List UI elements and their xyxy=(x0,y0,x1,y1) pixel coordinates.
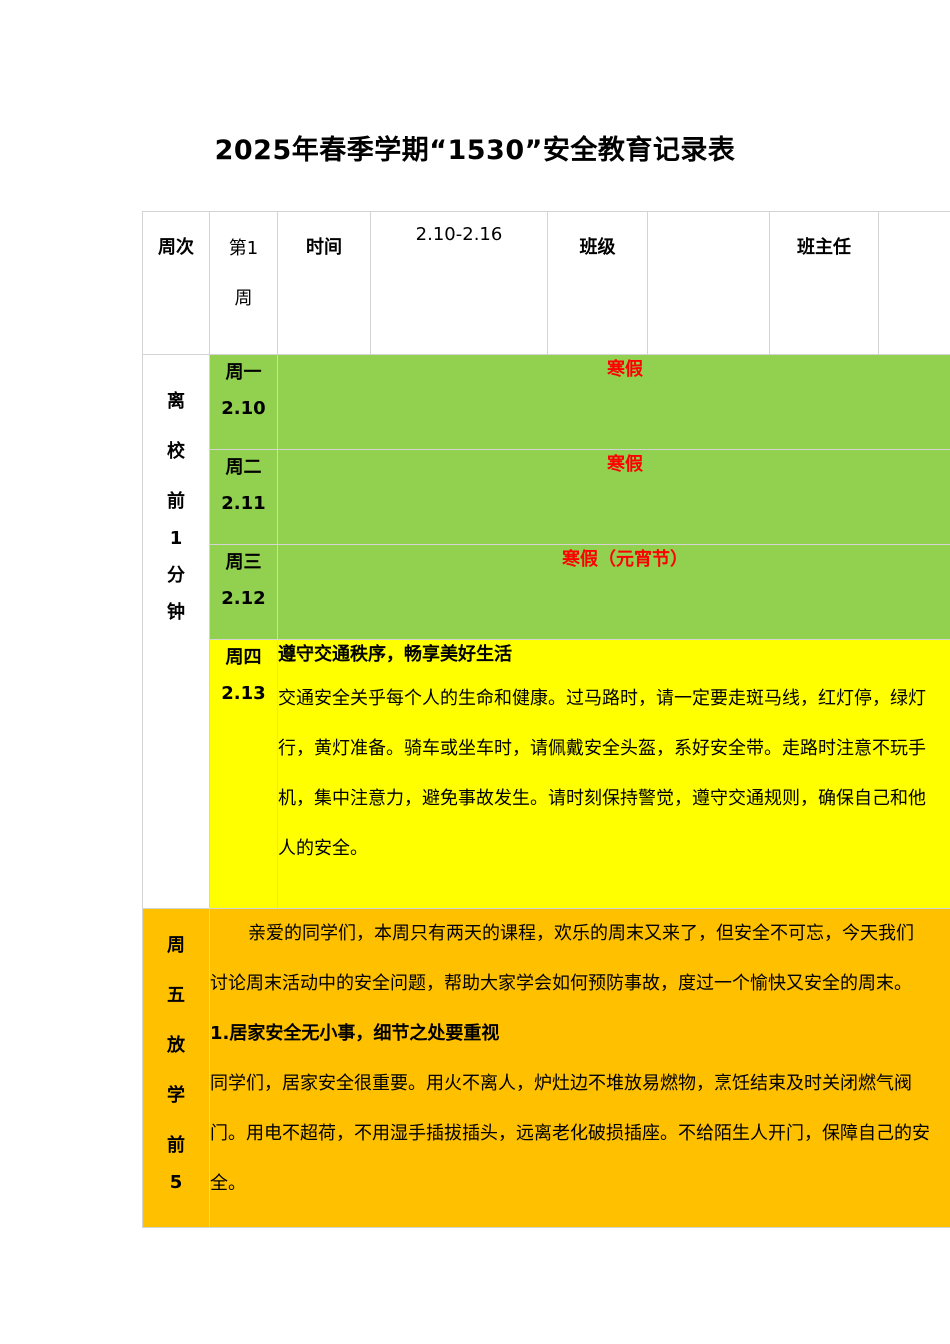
holiday-text: 寒假 xyxy=(277,354,950,450)
day-label-wed: 周三 2.12 xyxy=(209,544,278,640)
section1-char: 钟 xyxy=(167,602,185,623)
thursday-line: 行，黄灯准备。骑车或坐车时，请佩戴安全头盔，系好安全带。走路时注意不玩手 xyxy=(278,738,927,759)
day-date: 2.12 xyxy=(221,588,266,609)
holiday-text: 寒假（元宵节） xyxy=(277,544,950,640)
section2-char: 学 xyxy=(167,1085,185,1106)
time-value: 2.10-2.16 xyxy=(370,211,548,355)
week-value-line1: 第1 xyxy=(228,238,259,259)
week-value-line2: 周 xyxy=(234,288,253,309)
thursday-line: 人的安全。 xyxy=(278,838,369,859)
day-row-wed: 周三 2.12 寒假（元宵节） xyxy=(143,544,950,640)
week-label: 周次 xyxy=(142,211,210,355)
day-name: 周二 xyxy=(225,457,262,478)
friday-intro-line: 讨论周末活动中的安全问题，帮助大家学会如何预防事故，度过一个愉快又安全的周末。 xyxy=(210,973,913,994)
class-label: 班级 xyxy=(547,211,648,355)
day-label-tue: 周二 2.11 xyxy=(209,449,278,545)
friday-heading: 1.居家安全无小事，细节之处要重视 xyxy=(210,1023,500,1044)
day-name: 周四 xyxy=(225,647,262,668)
section2-char: 放 xyxy=(167,1035,185,1056)
day-row-thu: 周四 2.13 遵守交通秩序，畅享美好生活 交通安全关乎每个人的生命和健康。过马… xyxy=(143,639,950,909)
thursday-line: 机，集中注意力，避免事故发生。请时刻保持警觉，遵守交通规则，确保自己和他 xyxy=(278,788,927,809)
section1-char: 分 xyxy=(167,565,185,586)
day-date: 2.11 xyxy=(221,493,266,514)
teacher-label: 班主任 xyxy=(769,211,879,355)
section2-char: 前 xyxy=(167,1135,185,1156)
section2-char: 周 xyxy=(167,935,185,956)
page-title: 2025年春季学期“1530”安全教育记录表 xyxy=(214,135,736,166)
week-value: 第1 周 xyxy=(209,211,278,355)
record-table: 周次 第1 周 时间 2.10-2.16 班级 班主任 离 校 前 1 分 钟 … xyxy=(142,211,950,1228)
day-date: 2.10 xyxy=(221,398,266,419)
thursday-heading: 遵守交通秩序，畅享美好生活 xyxy=(278,644,513,665)
day-row-tue: 周二 2.11 寒假 xyxy=(143,449,950,545)
time-label: 时间 xyxy=(277,211,371,355)
holiday-text: 寒假 xyxy=(277,449,950,545)
section1-char: 离 xyxy=(167,391,185,412)
thursday-line: 交通安全关乎每个人的生命和健康。过马路时，请一定要走斑马线，红灯停，绿灯 xyxy=(278,688,927,709)
page: 2025年春季学期“1530”安全教育记录表 周次 第1 周 时间 2.10-2… xyxy=(0,0,950,1344)
section1-char: 校 xyxy=(167,441,185,462)
section1-char: 前 xyxy=(167,491,185,512)
header-row: 周次 第1 周 时间 2.10-2.16 班级 班主任 xyxy=(142,211,950,355)
day-date: 2.13 xyxy=(221,683,266,704)
day-name: 周三 xyxy=(225,552,262,573)
section2-char: 5 xyxy=(169,1172,183,1193)
friday-intro-line: 亲爱的同学们，本周只有两天的课程，欢乐的周末又来了，但安全不可忘，今天我们 xyxy=(248,923,914,944)
section2-char: 五 xyxy=(167,985,185,1006)
teacher-value[interactable] xyxy=(878,211,950,355)
day-row-mon: 离 校 前 1 分 钟 周一 2.10 寒假 xyxy=(142,354,950,909)
day-name: 周一 xyxy=(225,362,262,383)
friday-content: 亲爱的同学们，本周只有两天的课程，欢乐的周末又来了，但安全不可忘，今天我们 讨论… xyxy=(209,908,950,1228)
friday-line: 全。 xyxy=(210,1173,247,1194)
section-before-leaving: 离 校 前 1 分 钟 xyxy=(142,354,210,909)
section1-char: 1 xyxy=(169,528,183,549)
section-friday: 周 五 放 学 前 5 xyxy=(142,908,210,1228)
friday-line: 同学们，居家安全很重要。用火不离人，炉灶边不堆放易燃物，烹饪结束及时关闭燃气阀 xyxy=(210,1073,913,1094)
day-label-mon: 周一 2.10 xyxy=(209,354,278,450)
friday-line: 门。用电不超荷，不用湿手插拔插头，远离老化破损插座。不给陌生人开门，保障自己的安 xyxy=(210,1123,931,1144)
thursday-content: 遵守交通秩序，畅享美好生活 交通安全关乎每个人的生命和健康。过马路时，请一定要走… xyxy=(277,639,950,909)
class-value[interactable] xyxy=(647,211,770,355)
day-label-thu: 周四 2.13 xyxy=(209,639,278,909)
friday-row: 周 五 放 学 前 5 亲爱的同学们，本周只有两天的课程，欢乐的周末又来了，但安… xyxy=(142,908,950,1228)
